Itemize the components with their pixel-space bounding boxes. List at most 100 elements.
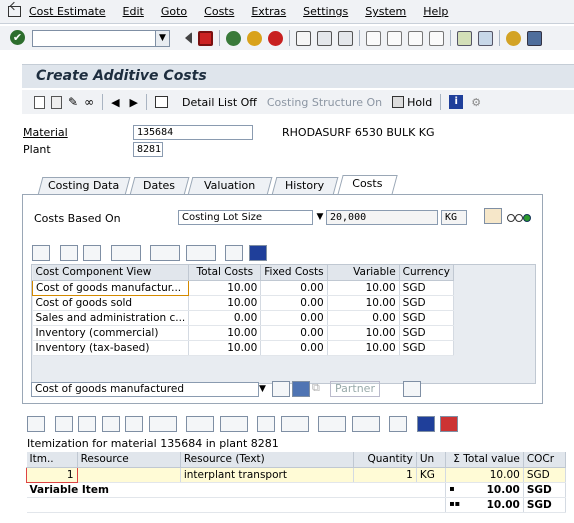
view-select[interactable]: Cost of goods manufactured: [31, 382, 259, 397]
new-doc-icon[interactable]: [34, 95, 45, 109]
chart-icon[interactable]: [389, 416, 407, 432]
exit-icon[interactable]: [247, 30, 262, 46]
export-icon[interactable]: [280, 416, 309, 432]
print-preview-icon[interactable]: [257, 416, 275, 432]
col-unit[interactable]: Un: [416, 452, 447, 468]
hold-button[interactable]: Hold: [407, 96, 432, 109]
find-icon[interactable]: [59, 245, 78, 261]
chevron-down-icon[interactable]: ▼: [259, 382, 271, 397]
menu-settings[interactable]: Settings: [303, 5, 348, 18]
find-icon[interactable]: [317, 30, 332, 46]
details-icon[interactable]: [32, 245, 50, 261]
costing-structure-on-button[interactable]: Costing Structure On: [267, 96, 382, 109]
material-field[interactable]: 135684: [133, 125, 253, 140]
previous-icon[interactable]: ◀: [111, 96, 119, 109]
layout-icon[interactable]: [527, 30, 542, 46]
table-row[interactable]: Cost of goods sold 10.00 0.00 10.00 SGD: [32, 295, 454, 311]
layout-icon[interactable]: [185, 245, 216, 261]
menu-exit-icon[interactable]: [8, 6, 21, 17]
new-session-icon[interactable]: [457, 30, 472, 46]
traffic-light-toggle-icon[interactable]: [484, 208, 502, 224]
tab-dates[interactable]: Dates: [129, 177, 190, 195]
col-item[interactable]: Itm..: [26, 452, 78, 468]
sum-icon[interactable]: [110, 245, 141, 261]
spreadsheet-icon[interactable]: [440, 416, 458, 432]
enter-icon[interactable]: ✔: [10, 30, 25, 45]
tab-valuation[interactable]: Valuation: [187, 177, 273, 195]
next-icon[interactable]: ▶: [130, 96, 138, 109]
settings-icon[interactable]: ⚙: [471, 96, 481, 109]
first-page-icon[interactable]: [366, 30, 381, 46]
find-next-icon[interactable]: [125, 416, 143, 432]
tab-costs[interactable]: Costs: [337, 175, 398, 195]
export-icon[interactable]: [150, 245, 180, 261]
menu-system[interactable]: System: [365, 5, 406, 18]
shortcut-icon[interactable]: [478, 30, 493, 46]
cell-resource[interactable]: [77, 467, 181, 483]
chevron-down-icon[interactable]: ▼: [313, 210, 327, 225]
menu-edit[interactable]: Edit: [123, 5, 144, 18]
cell-item[interactable]: 1: [26, 466, 78, 483]
sum-icon[interactable]: [186, 416, 214, 432]
table-row[interactable]: Sales and administration c... 0.00 0.00 …: [32, 310, 454, 326]
save-icon[interactable]: [198, 30, 213, 46]
filter-icon[interactable]: [78, 416, 96, 432]
find-next-icon[interactable]: [83, 245, 101, 261]
col-variable[interactable]: Variable: [327, 265, 400, 281]
last-page-icon[interactable]: [429, 30, 444, 46]
table-row[interactable]: Inventory (tax-based) 10.00 0.00 10.00 S…: [32, 340, 454, 356]
menu-goto[interactable]: Goto: [161, 5, 187, 18]
layout-icon[interactable]: [351, 416, 380, 432]
details-icon[interactable]: [272, 381, 290, 397]
subtotal-icon[interactable]: [219, 416, 248, 432]
partner-button[interactable]: Partner: [330, 381, 380, 397]
tab-history[interactable]: History: [271, 177, 339, 195]
col-resource-text[interactable]: Resource (Text): [180, 452, 354, 468]
grid-icon[interactable]: [292, 381, 310, 397]
copy-icon[interactable]: [51, 95, 62, 109]
info-icon[interactable]: i: [449, 95, 464, 109]
command-dropdown-icon[interactable]: ▼: [156, 29, 170, 47]
command-field[interactable]: [32, 29, 156, 47]
views-icon[interactable]: [318, 416, 346, 432]
chart-icon[interactable]: [225, 245, 243, 261]
col-cost-component-view[interactable]: Cost Component View: [32, 265, 190, 281]
glasses-icon[interactable]: ∞: [84, 95, 94, 109]
detail-list-off-button[interactable]: Detail List Off: [182, 96, 257, 109]
tab-costing-data[interactable]: Costing Data: [37, 177, 131, 195]
find-next-icon[interactable]: [338, 30, 353, 46]
col-quantity[interactable]: Quantity: [353, 452, 417, 468]
info-icon[interactable]: [248, 245, 267, 261]
menu-costs[interactable]: Costs: [204, 5, 234, 18]
table-row[interactable]: 1 interplant transport 1 KG 10.00 SGD: [26, 466, 567, 483]
col-fixed-costs[interactable]: Fixed Costs: [260, 265, 328, 281]
print-icon[interactable]: [54, 416, 73, 432]
edit-icon[interactable]: [403, 381, 421, 397]
find-icon[interactable]: [101, 416, 120, 432]
change-icon[interactable]: [155, 96, 168, 108]
edit-pencil-icon[interactable]: ✎: [68, 95, 78, 109]
info-icon[interactable]: [416, 416, 435, 432]
back-icon[interactable]: [226, 30, 241, 46]
plant-field[interactable]: 8281: [133, 142, 163, 157]
cancel-icon[interactable]: [268, 30, 283, 46]
next-page-icon[interactable]: [408, 30, 423, 46]
print-icon[interactable]: [296, 30, 311, 46]
table-row[interactable]: Cost of goods manufactur... 10.00 0.00 1…: [31, 279, 454, 296]
details-icon[interactable]: [27, 416, 45, 432]
menu-cost-estimate[interactable]: Cost Estimate: [29, 5, 106, 18]
col-resource[interactable]: Resource: [77, 452, 181, 468]
menu-help[interactable]: Help: [423, 5, 448, 18]
col-total-value[interactable]: Σ Total value: [445, 452, 524, 468]
filter-options-icon[interactable]: [148, 416, 177, 432]
menu-extras[interactable]: Extras: [251, 5, 286, 18]
col-cocr[interactable]: COCr: [523, 452, 567, 468]
back-arrow-icon[interactable]: [178, 32, 192, 44]
hold-icon[interactable]: [392, 96, 405, 108]
help-icon[interactable]: [506, 30, 521, 46]
col-currency[interactable]: Currency: [399, 265, 454, 281]
table-row[interactable]: Inventory (commercial) 10.00 0.00 10.00 …: [32, 325, 454, 341]
previous-page-icon[interactable]: [387, 30, 402, 46]
costs-based-on-select[interactable]: Costing Lot Size: [178, 210, 313, 225]
col-total-costs[interactable]: Total Costs: [188, 265, 262, 281]
